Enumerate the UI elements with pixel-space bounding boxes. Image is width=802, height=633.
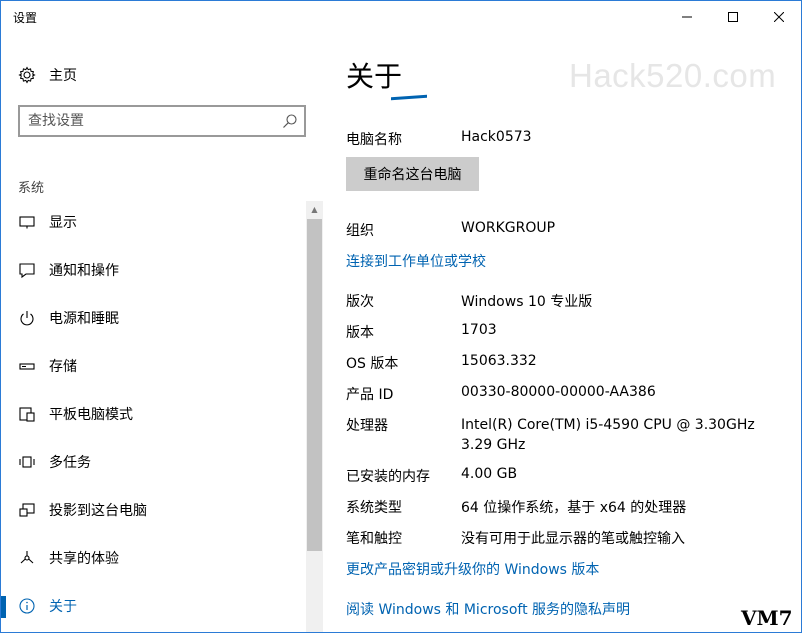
page-title: 关于 [346,60,403,93]
processor-value: Intel(R) Core(TM) i5-4590 CPU @ 3.30GHz … [461,417,755,453]
sidebar-item-label: 平板电脑模式 [49,407,133,423]
window-title: 设置 [13,11,38,25]
sidebar-item-notifications[interactable]: 通知和操作 [1,246,306,294]
gear-icon [17,65,37,85]
ram-value: 4.00 GB [461,466,518,482]
product-id-label: 产品 ID [346,387,394,403]
scroll-up-icon[interactable]: ▲ [306,201,323,218]
pc-name-label: 电脑名称 [346,132,402,148]
info-icon [17,596,37,616]
scrollbar-thumb[interactable] [307,219,322,551]
pc-name-value: Hack0573 [461,129,532,145]
os-build-label: OS 版本 [346,356,399,372]
section-label-system: 系统 [18,181,45,196]
maximize-button[interactable] [710,1,756,33]
notification-icon [17,260,37,280]
search-input[interactable] [28,112,278,130]
sidebar-nav-list: 显示 通知和操作 电源和睡眠 存储 平板电脑模式 多任务 投影到这台电脑 共享的… [1,198,306,630]
rename-pc-button[interactable]: 重命名这台电脑 [346,157,479,191]
share-icon [17,548,37,568]
sidebar-item-label: 共享的体验 [49,551,119,567]
tablet-mode-icon [17,404,37,424]
settings-window: 设置 主页 查找设置 系统 显示 通知和操作 电源和睡眠 存储 平板电脑模式 多… [0,0,802,633]
sidebar-item-about[interactable]: 关于 [1,582,306,630]
change-product-key-link[interactable]: 更改产品密钥或升级你的 Windows 版本 [346,559,599,579]
version-value: 1703 [461,322,497,338]
processor-label: 处理器 [346,418,388,434]
maximize-icon [728,12,738,22]
watermark: Hack520.com [569,57,777,94]
multitask-icon [17,452,37,472]
active-indicator [1,596,6,618]
sidebar-item-label: 通知和操作 [49,263,119,279]
sidebar-item-home[interactable]: 主页 [1,61,306,89]
sidebar-item-label: 关于 [49,599,77,615]
sidebar-item-shared-experiences[interactable]: 共享的体验 [1,534,306,582]
sidebar-scrollbar[interactable]: ▲ [306,201,323,632]
privacy-statement-link[interactable]: 阅读 Windows 和 Microsoft 服务的隐私声明 [346,599,630,619]
minimize-button[interactable] [664,1,710,33]
monitor-icon [17,212,37,232]
sidebar-item-label: 主页 [49,68,77,84]
pen-touch-value: 没有可用于此显示器的笔或触控输入 [461,531,685,547]
search-box[interactable] [18,105,306,137]
sidebar-item-power[interactable]: 电源和睡眠 [1,294,306,342]
connect-work-school-link[interactable]: 连接到工作单位或学校 [346,251,486,271]
sidebar: 主页 系统 显示 通知和操作 [1,33,323,632]
search-icon[interactable] [282,113,298,129]
project-icon [17,500,37,520]
sidebar-item-tablet-mode[interactable]: 平板电脑模式 [1,390,306,438]
pen-touch-label: 笔和触控 [346,531,402,547]
main-content: 关于 Hack520.com 电脑名称 Hack0573 重命名这台电脑 组织 … [323,33,801,632]
power-icon [17,308,37,328]
product-id-value: 00330-80000-00000-AA386 [461,384,656,400]
ram-label: 已安装的内存 [346,469,430,485]
version-label: 版本 [346,325,374,341]
os-build-value: 15063.332 [461,353,537,369]
sidebar-item-label: 电源和睡眠 [49,311,119,327]
system-type-value: 64 位操作系统，基于 x64 的处理器 [461,500,687,516]
system-type-label: 系统类型 [346,500,402,516]
storage-icon [17,356,37,376]
org-label: 组织 [346,223,374,239]
sidebar-item-label: 多任务 [49,455,91,471]
sidebar-item-multitask[interactable]: 多任务 [1,438,306,486]
org-value: WORKGROUP [461,220,556,236]
sidebar-item-storage[interactable]: 存储 [1,342,306,390]
minimize-icon [682,16,692,18]
edition-label: 版次 [346,294,374,310]
corner-logo: VM7 [741,606,793,630]
sidebar-item-label: 投影到这台电脑 [49,503,147,519]
close-button[interactable] [756,1,801,33]
sidebar-item-label: 存储 [49,359,77,375]
title-bar: 设置 [1,1,801,33]
close-icon [774,12,784,22]
sidebar-item-display[interactable]: 显示 [1,198,306,246]
title-accent [391,94,427,101]
sidebar-item-label: 显示 [49,215,77,231]
edition-value: Windows 10 专业版 [461,294,593,310]
sidebar-item-project[interactable]: 投影到这台电脑 [1,486,306,534]
